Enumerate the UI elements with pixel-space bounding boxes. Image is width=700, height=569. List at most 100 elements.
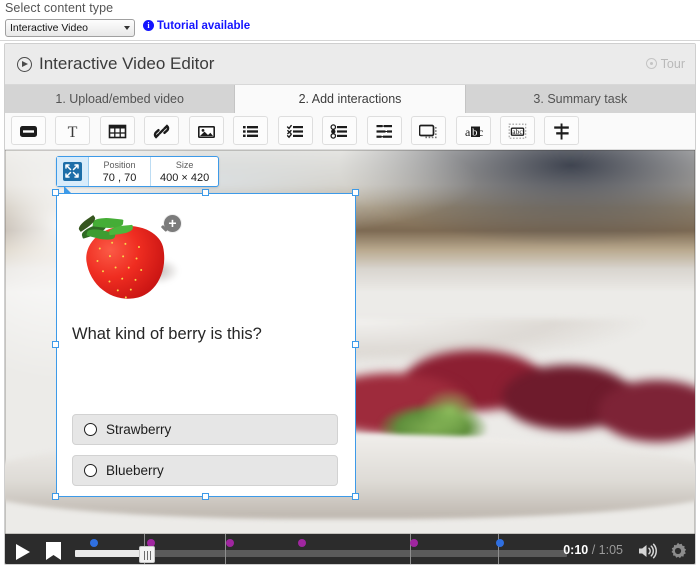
volume-button[interactable]	[638, 543, 657, 564]
seek-marker-interaction[interactable]	[226, 539, 234, 547]
position-value: 70 , 70	[98, 171, 141, 185]
gear-icon	[669, 542, 687, 560]
resize-handle-top-center[interactable]	[202, 189, 209, 196]
magnify-plus-icon[interactable]: +	[163, 214, 182, 233]
radio-icon[interactable]	[84, 423, 97, 436]
seek-marker-bookmark[interactable]	[496, 539, 504, 547]
position-size-toolbar: Position 70 , 70 Size 400 × 420	[56, 156, 219, 187]
page-title: Interactive Video Editor	[39, 54, 214, 74]
interactive-video-editor: Interactive Video Editor Tour 1. Upload/…	[4, 43, 696, 565]
time-display: 0:10 / 1:05	[563, 543, 623, 557]
interaction-toolbar: T	[5, 113, 695, 150]
summary-tool-button[interactable]	[411, 116, 446, 145]
strip-divider	[0, 40, 700, 41]
crossroads-tool-button[interactable]	[544, 116, 579, 145]
svg-text:abc: abc	[512, 127, 523, 136]
tutorial-available-link[interactable]: iTutorial available	[143, 20, 250, 32]
table-tool-button[interactable]	[100, 116, 135, 145]
content-type-strip: Select content type Interactive Video iT…	[0, 0, 700, 41]
table-icon	[108, 122, 127, 141]
mark-the-words-icon: abc	[508, 122, 527, 141]
label-tool-button[interactable]	[11, 116, 46, 145]
video-stage[interactable]: Position 70 , 70 Size 400 × 420	[5, 150, 695, 534]
chapter-divider	[225, 534, 226, 565]
size-field: Size 400 × 420	[151, 157, 218, 186]
chevron-down-icon	[124, 26, 130, 30]
statements-tool-button[interactable]	[233, 116, 268, 145]
question-image[interactable]: +	[73, 208, 185, 306]
question-card[interactable]: + What kind of berry is this? Strawberry…	[56, 193, 356, 497]
single-choice-set-tool-button[interactable]	[278, 116, 313, 145]
drag-and-drop-tool-button[interactable]	[367, 116, 402, 145]
editor-header: Interactive Video Editor Tour	[5, 44, 695, 85]
tutorial-link-label: Tutorial available	[157, 20, 250, 32]
seek-progress	[75, 550, 145, 557]
fill-in-the-blanks-icon: a b c	[464, 122, 483, 141]
resize-handle-bottom-left[interactable]	[52, 493, 59, 500]
selected-interaction[interactable]: Position 70 , 70 Size 400 × 420	[56, 193, 356, 497]
position-label: Position	[98, 159, 141, 171]
image-tool-button[interactable]	[189, 116, 224, 145]
current-time: 0:10	[563, 543, 588, 557]
resize-handle-top-left[interactable]	[52, 189, 59, 196]
crossroads-icon	[552, 122, 571, 141]
seek-marker-interaction[interactable]	[410, 539, 418, 547]
tab-upload-embed-video[interactable]: 1. Upload/embed video	[5, 85, 235, 113]
radio-icon[interactable]	[84, 464, 97, 477]
seek-marker-interaction[interactable]	[298, 539, 306, 547]
strawberry-calyx	[81, 216, 141, 246]
summary-icon	[419, 122, 438, 141]
duration: 1:05	[599, 543, 623, 557]
fill-in-the-blanks-tool-button[interactable]: a b c	[456, 116, 491, 145]
tour-button[interactable]: Tour	[646, 57, 685, 71]
size-value: 400 × 420	[160, 171, 209, 185]
resize-handle-middle-left[interactable]	[52, 341, 59, 348]
play-button[interactable]	[16, 544, 30, 560]
answer-label: Blueberry	[106, 463, 164, 478]
svg-text:a: a	[465, 125, 471, 139]
mark-the-words-tool-button[interactable]: abc	[500, 116, 535, 145]
content-type-selected-value: Interactive Video	[10, 22, 88, 34]
label-icon	[19, 122, 38, 141]
volume-high-icon	[638, 543, 657, 559]
drag-and-drop-icon	[375, 122, 394, 141]
multiple-choice-tool-button[interactable]	[322, 116, 357, 145]
tour-button-label: Tour	[661, 57, 685, 71]
single-choice-set-icon	[286, 122, 305, 141]
tour-target-icon	[646, 58, 657, 69]
resize-handle-top-right[interactable]	[352, 189, 359, 196]
image-icon	[197, 122, 216, 141]
play-circle-icon	[17, 57, 32, 72]
text-tool-button[interactable]: T	[55, 116, 90, 145]
link-icon	[152, 122, 171, 141]
settings-button[interactable]	[669, 542, 687, 565]
svg-text:c: c	[478, 125, 483, 139]
content-type-label: Select content type	[5, 1, 113, 15]
time-separator: /	[588, 543, 598, 557]
seek-marker-bookmark[interactable]	[90, 539, 98, 547]
move-arrows-icon[interactable]	[57, 157, 89, 186]
size-label: Size	[160, 159, 209, 171]
answer-option-blueberry[interactable]: Blueberry	[72, 455, 338, 486]
tab-summary-task[interactable]: 3. Summary task	[466, 85, 695, 113]
statements-icon	[241, 122, 260, 141]
chapter-divider	[410, 534, 411, 565]
seek-thumb[interactable]	[139, 546, 155, 563]
link-tool-button[interactable]	[144, 116, 179, 145]
bookmark-icon	[46, 542, 61, 560]
editor-tabs: 1. Upload/embed video 2. Add interaction…	[5, 85, 695, 113]
resize-handle-bottom-center[interactable]	[202, 493, 209, 500]
content-type-select[interactable]: Interactive Video	[5, 19, 135, 37]
seek-bar[interactable]	[75, 534, 567, 565]
resize-handle-bottom-right[interactable]	[352, 493, 359, 500]
video-player-controls: 0:10 / 1:05	[5, 534, 695, 565]
svg-text:T: T	[68, 124, 78, 141]
answer-label: Strawberry	[106, 422, 171, 437]
info-icon: i	[143, 20, 154, 31]
answer-option-strawberry[interactable]: Strawberry	[72, 414, 338, 445]
text-icon: T	[63, 122, 82, 141]
tab-add-interactions[interactable]: 2. Add interactions	[235, 85, 465, 113]
position-field: Position 70 , 70	[89, 157, 151, 186]
bookmark-button[interactable]	[46, 542, 61, 560]
resize-handle-middle-right[interactable]	[352, 341, 359, 348]
